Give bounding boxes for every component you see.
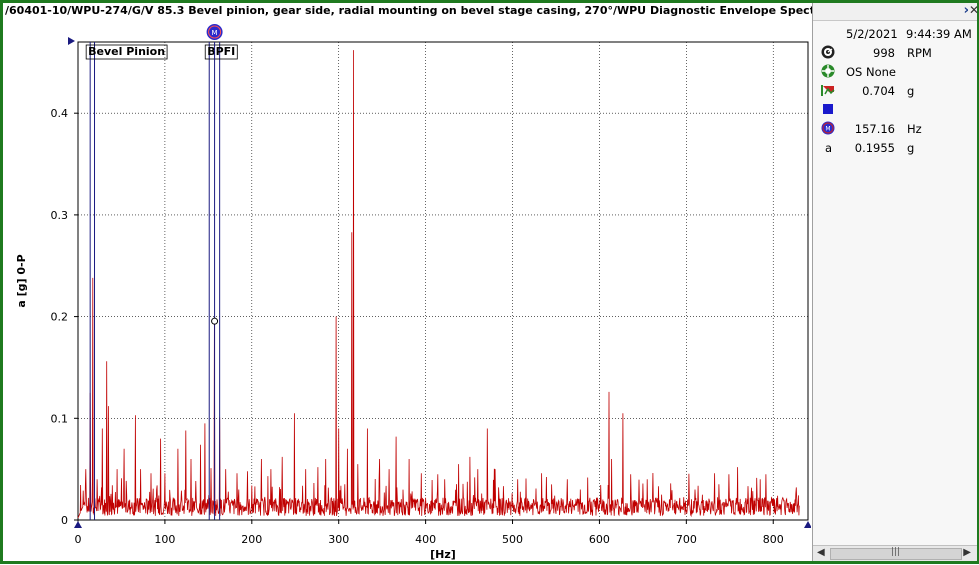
measurement-time: 9:44:39 AM bbox=[906, 27, 972, 41]
cursor-frequency-row: M 157.16 Hz bbox=[813, 120, 977, 138]
y-tick-label: 0.4 bbox=[51, 107, 69, 120]
cursor-handle-label: M bbox=[212, 29, 218, 37]
alarm-level-icon bbox=[821, 85, 835, 96]
scroll-left-icon[interactable]: ◀ bbox=[817, 547, 825, 558]
y-tick-label: 0.3 bbox=[51, 209, 69, 222]
panel-horizontal-scrollbar[interactable]: ◀ ||| ▶ bbox=[813, 545, 977, 561]
svg-text:M: M bbox=[825, 126, 830, 133]
measurement-date: 5/2/2021 bbox=[846, 27, 898, 41]
speed-unit: RPM bbox=[907, 46, 932, 60]
x-tick-label: 500 bbox=[502, 533, 523, 546]
y-axis-limit-marker bbox=[68, 37, 75, 45]
alarm-value: 0.704 bbox=[862, 84, 895, 98]
grip-icon: ||| bbox=[891, 547, 901, 557]
plot-area[interactable]: 0 100 200 300 400 500 600 700 800 0 0.1 0.2 0.3 0.4 [H… bbox=[3, 20, 812, 561]
x-axis-end-marker bbox=[804, 521, 812, 528]
cursor-amplitude-unit: g bbox=[907, 141, 915, 155]
cursor-point bbox=[211, 317, 219, 325]
band-label: Bevel Pinion bbox=[88, 45, 165, 58]
x-tick-label: 800 bbox=[763, 533, 784, 546]
cursor-amplitude-row: a 0.1955 g bbox=[813, 139, 977, 157]
x-tick-label: 400 bbox=[415, 533, 436, 546]
x-tick-label: 100 bbox=[154, 533, 175, 546]
speed-value: 998 bbox=[873, 46, 895, 60]
x-axis-label: [Hz] bbox=[430, 548, 456, 561]
cursor-frequency-value: 157.16 bbox=[854, 122, 895, 136]
timestamp-row: 5/2/2021 9:44:39 AM bbox=[813, 25, 977, 43]
y-axis-label: a [g] 0-P bbox=[15, 254, 28, 307]
x-tick-label: 700 bbox=[676, 533, 697, 546]
alarm-row: 0.704 g bbox=[813, 82, 977, 100]
window-title: /60401-10/WPU-274/G/V 85.3 Bevel pinion,… bbox=[5, 4, 840, 17]
operating-state-icon bbox=[821, 64, 835, 78]
cursor-frequency-unit: Hz bbox=[907, 122, 922, 136]
y-tick-label: 0 bbox=[61, 514, 68, 527]
band-label: BPFI bbox=[207, 45, 235, 58]
close-icon[interactable]: ✕ bbox=[969, 3, 979, 17]
x-tick-label: 200 bbox=[241, 533, 262, 546]
spectrum-chart[interactable]: 0 100 200 300 400 500 600 700 800 0 0.1 0.2 0.3 0.4 [H… bbox=[3, 20, 812, 561]
scroll-thumb[interactable]: ||| bbox=[830, 547, 962, 560]
speed-row: 998 RPM bbox=[813, 44, 977, 62]
x-tick-label: 600 bbox=[589, 533, 610, 546]
speed-gauge-icon bbox=[821, 45, 835, 59]
scroll-right-icon[interactable]: ▶ bbox=[963, 547, 971, 558]
alarm-unit: g bbox=[907, 84, 915, 98]
operating-state-value: OS None bbox=[846, 65, 897, 79]
x-axis-start-marker bbox=[74, 521, 82, 528]
y-tick-label: 0.1 bbox=[51, 412, 69, 425]
y-tick-label: 0.2 bbox=[51, 311, 69, 324]
info-panel: › ✕ 5/2/2021 9:44:39 AM 998 RPM OS None … bbox=[812, 3, 979, 561]
title-bar: /60401-10/WPU-274/G/V 85.3 Bevel pinion,… bbox=[3, 3, 840, 20]
cursor-amplitude-value: 0.1955 bbox=[854, 141, 895, 155]
square-marker-icon bbox=[823, 104, 833, 114]
amplitude-letter: a bbox=[825, 141, 833, 155]
info-panel-body: 5/2/2021 9:44:39 AM 998 RPM OS None 0.70… bbox=[813, 20, 977, 545]
plot-frame bbox=[77, 41, 809, 521]
cursor-marker-icon: M bbox=[821, 121, 835, 135]
x-tick-label: 0 bbox=[75, 533, 82, 546]
operating-state-row: OS None bbox=[813, 63, 977, 81]
square-marker-row bbox=[813, 101, 977, 119]
spectrum-window: /60401-10/WPU-274/G/V 85.3 Bevel pinion,… bbox=[0, 0, 979, 564]
x-tick-label: 300 bbox=[328, 533, 349, 546]
